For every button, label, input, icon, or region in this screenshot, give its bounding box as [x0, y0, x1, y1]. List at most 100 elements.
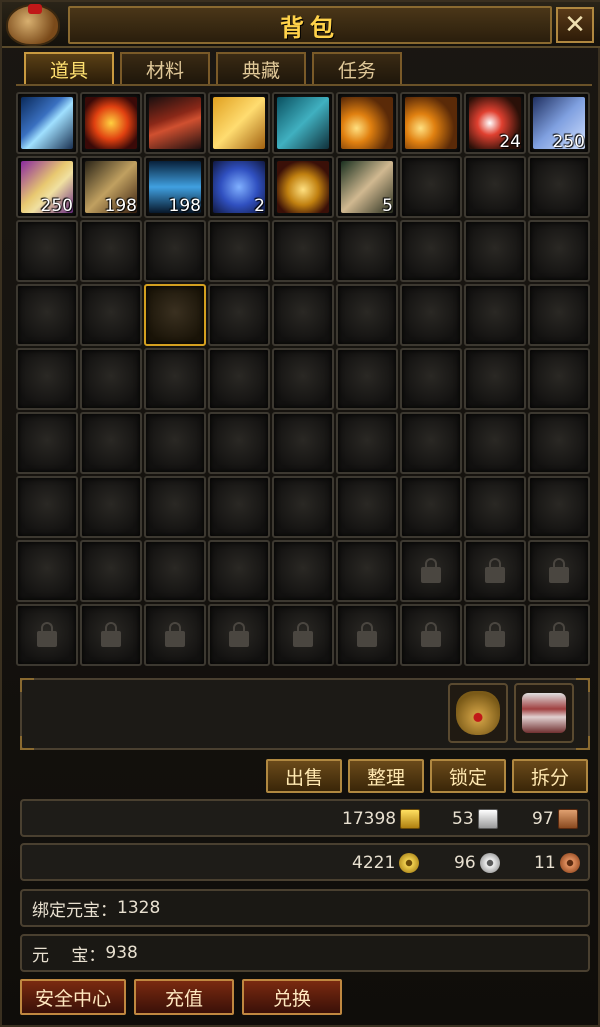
inventory-slot[interactable] [144, 540, 206, 602]
inventory-slot[interactable] [272, 92, 334, 154]
inventory-slot[interactable] [80, 412, 142, 474]
inventory-slot[interactable] [464, 412, 526, 474]
inventory-slot[interactable] [272, 540, 334, 602]
inventory-slot[interactable] [80, 348, 142, 410]
inventory-slot[interactable] [272, 284, 334, 346]
locked-slot[interactable] [80, 604, 142, 666]
tab-quest[interactable]: 任务 [312, 52, 402, 84]
locked-slot[interactable] [464, 604, 526, 666]
inventory-slot[interactable] [16, 540, 78, 602]
inventory-slot[interactable] [528, 476, 590, 538]
inventory-slot[interactable] [208, 284, 270, 346]
locked-slot[interactable] [336, 604, 398, 666]
locked-slot[interactable] [400, 604, 462, 666]
inventory-slot[interactable] [400, 156, 462, 218]
locked-slot[interactable] [464, 540, 526, 602]
inventory-slot[interactable] [144, 348, 206, 410]
inventory-slot[interactable] [528, 156, 590, 218]
inventory-slot[interactable] [464, 348, 526, 410]
locked-slot[interactable] [528, 604, 590, 666]
inventory-slot[interactable] [336, 476, 398, 538]
inventory-slot[interactable] [208, 412, 270, 474]
inventory-slot[interactable] [208, 476, 270, 538]
inventory-slot[interactable] [208, 540, 270, 602]
inventory-slot[interactable] [528, 412, 590, 474]
inventory-slot[interactable] [144, 412, 206, 474]
locked-slot[interactable] [400, 540, 462, 602]
inventory-slot[interactable] [16, 476, 78, 538]
inventory-slot[interactable] [272, 412, 334, 474]
padlock-icon [485, 622, 505, 647]
locked-slot[interactable] [528, 540, 590, 602]
inventory-slot[interactable] [208, 220, 270, 282]
inventory-slot[interactable] [400, 284, 462, 346]
inventory-slot[interactable] [272, 156, 334, 218]
sort-button[interactable]: 整理 [348, 759, 424, 793]
panel-corner [20, 736, 34, 750]
inventory-slot[interactable] [208, 348, 270, 410]
recharge-button[interactable]: 充值 [134, 979, 234, 1015]
inventory-slot[interactable]: 198 [80, 156, 142, 218]
locked-slot[interactable] [272, 604, 334, 666]
inventory-slot[interactable] [16, 220, 78, 282]
locked-slot[interactable] [208, 604, 270, 666]
inventory-slot[interactable] [336, 348, 398, 410]
exchange-button[interactable]: 兑换 [242, 979, 342, 1015]
lock-button[interactable]: 锁定 [430, 759, 506, 793]
treasure-chest-button[interactable] [514, 683, 574, 743]
inventory-slot[interactable]: 2 [208, 156, 270, 218]
inventory-slot[interactable] [464, 476, 526, 538]
inventory-slot[interactable] [528, 284, 590, 346]
inventory-slot[interactable] [400, 348, 462, 410]
inventory-slot[interactable]: 24 [464, 92, 526, 154]
tab-items[interactable]: 道具 [24, 52, 114, 84]
inventory-slot[interactable] [272, 476, 334, 538]
inventory-slot[interactable] [464, 156, 526, 218]
inventory-slot[interactable] [400, 220, 462, 282]
inventory-slot[interactable]: 250 [528, 92, 590, 154]
close-button[interactable]: ✕ [556, 7, 594, 43]
inventory-slot[interactable] [144, 220, 206, 282]
inventory-slot[interactable] [464, 220, 526, 282]
locked-slot[interactable] [16, 604, 78, 666]
inventory-slot[interactable] [16, 92, 78, 154]
split-button[interactable]: 拆分 [512, 759, 588, 793]
inventory-slot[interactable] [464, 284, 526, 346]
inventory-slot[interactable] [16, 412, 78, 474]
inventory-slot[interactable] [272, 348, 334, 410]
inventory-slot[interactable]: 198 [144, 156, 206, 218]
sell-button[interactable]: 出售 [266, 759, 342, 793]
locked-slot[interactable] [144, 604, 206, 666]
copper-ingot-icon [557, 809, 578, 829]
inventory-slot[interactable] [400, 476, 462, 538]
inventory-slot[interactable] [80, 220, 142, 282]
inventory-slot[interactable] [208, 92, 270, 154]
title-plate: 背包 [68, 6, 552, 44]
inventory-slot[interactable] [400, 92, 462, 154]
inventory-slot[interactable] [80, 476, 142, 538]
inventory-slot[interactable] [16, 348, 78, 410]
inventory-slot[interactable] [528, 348, 590, 410]
inventory-slot[interactable] [16, 284, 78, 346]
inventory-slot[interactable] [336, 540, 398, 602]
inventory-slot[interactable] [80, 540, 142, 602]
inventory-slot-selected[interactable] [144, 284, 206, 346]
lucky-bag-button[interactable] [448, 683, 508, 743]
inventory-slot[interactable] [144, 92, 206, 154]
inventory-slot[interactable] [80, 284, 142, 346]
tab-materials[interactable]: 材料 [120, 52, 210, 84]
inventory-slot[interactable] [336, 412, 398, 474]
inventory-slot[interactable]: 5 [336, 156, 398, 218]
inventory-slot[interactable] [336, 284, 398, 346]
gold-ingots-icon [405, 97, 457, 149]
inventory-slot[interactable] [272, 220, 334, 282]
inventory-slot[interactable]: 250 [16, 156, 78, 218]
inventory-slot[interactable] [336, 220, 398, 282]
security-center-button[interactable]: 安全中心 [20, 979, 126, 1015]
inventory-slot[interactable] [80, 92, 142, 154]
inventory-slot[interactable] [528, 220, 590, 282]
inventory-slot[interactable] [400, 412, 462, 474]
inventory-slot[interactable] [144, 476, 206, 538]
inventory-slot[interactable] [336, 92, 398, 154]
tab-collection[interactable]: 典藏 [216, 52, 306, 84]
